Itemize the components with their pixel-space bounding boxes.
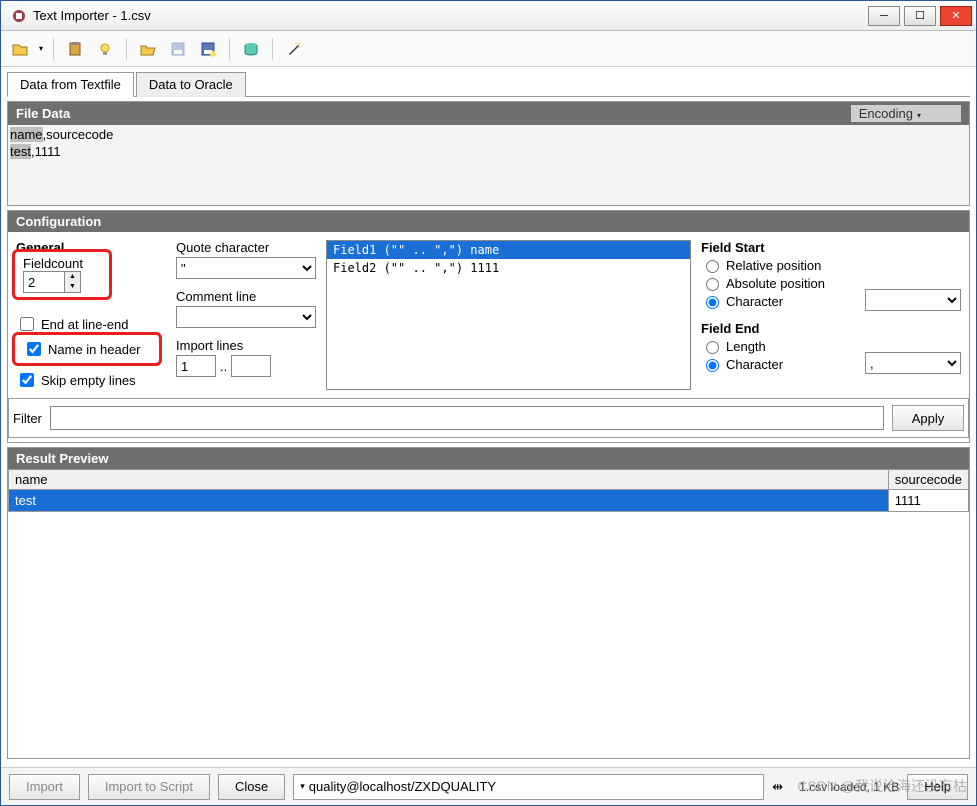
configuration-header: Configuration bbox=[16, 214, 101, 229]
toolbar: ▾ bbox=[1, 31, 976, 67]
fe-character-select[interactable]: , bbox=[865, 352, 961, 374]
table-cell[interactable]: test bbox=[9, 490, 889, 512]
fieldcount-label: Fieldcount bbox=[23, 256, 101, 271]
import-to-script-button[interactable]: Import to Script bbox=[88, 774, 210, 800]
fields-listbox[interactable]: Field1 ("" .. ",") name Field2 ("" .. ",… bbox=[326, 240, 691, 390]
list-item[interactable]: Field2 ("" .. ",") 1111 bbox=[327, 259, 690, 277]
save-as-icon[interactable] bbox=[197, 38, 219, 60]
result-preview-section: Result Preview name sourcecode test 1111 bbox=[7, 447, 970, 759]
import-button[interactable]: Import bbox=[9, 774, 80, 800]
app-icon bbox=[11, 8, 27, 24]
fe-character-radio[interactable] bbox=[706, 359, 719, 372]
import-lines-to[interactable] bbox=[231, 355, 271, 377]
plug-icon: ⇹ bbox=[772, 779, 783, 795]
tab-data-to-oracle[interactable]: Data to Oracle bbox=[136, 72, 246, 97]
table-row: test 1111 bbox=[9, 490, 969, 512]
fe-length-radio[interactable] bbox=[706, 341, 719, 354]
name-in-header-highlight: Name in header bbox=[12, 332, 162, 366]
column-header[interactable]: sourcecode bbox=[888, 470, 968, 490]
fs-relative-radio[interactable] bbox=[706, 260, 719, 273]
close-button[interactable]: Close bbox=[218, 774, 285, 800]
comment-line-select[interactable] bbox=[176, 306, 316, 328]
tabs: Data from Textfile Data to Oracle bbox=[7, 71, 970, 97]
watermark: CSDN @我说沧海还没有枯 bbox=[797, 776, 967, 796]
folder-open-icon[interactable] bbox=[137, 38, 159, 60]
filter-input[interactable] bbox=[50, 406, 884, 430]
import-lines-label: Import lines bbox=[176, 338, 316, 353]
tab-data-from-textfile[interactable]: Data from Textfile bbox=[7, 72, 134, 97]
column-header[interactable]: name bbox=[9, 470, 889, 490]
database-icon[interactable] bbox=[240, 38, 262, 60]
text-importer-window: Text Importer - 1.csv ─ ☐ ✕ ▾ Data from … bbox=[0, 0, 977, 806]
result-preview-header: Result Preview bbox=[16, 451, 109, 466]
file-data-section: File Data Encoding▾ name,sourcecode test… bbox=[7, 101, 970, 206]
connection-combo[interactable]: ▾ quality@localhost/ZXDQUALITY bbox=[293, 774, 764, 800]
maximize-button[interactable]: ☐ bbox=[904, 6, 936, 26]
skip-empty-lines-checkbox[interactable] bbox=[20, 373, 34, 387]
comment-line-label: Comment line bbox=[176, 289, 316, 304]
fieldcount-spinner[interactable]: ▲▼ bbox=[23, 271, 81, 293]
result-grid[interactable]: name sourcecode test 1111 bbox=[8, 469, 969, 758]
save-icon[interactable] bbox=[167, 38, 189, 60]
fs-character-select[interactable] bbox=[865, 289, 961, 311]
quote-character-select[interactable]: " bbox=[176, 257, 316, 279]
configuration-section: Configuration General Fieldcount ▲▼ End … bbox=[7, 210, 970, 443]
field-end-label: Field End bbox=[701, 321, 845, 336]
fs-character-radio[interactable] bbox=[706, 296, 719, 309]
titlebar[interactable]: Text Importer - 1.csv ─ ☐ ✕ bbox=[1, 1, 976, 31]
end-at-line-end-checkbox[interactable] bbox=[20, 317, 34, 331]
list-item[interactable]: Field1 ("" .. ",") name bbox=[327, 241, 690, 259]
name-in-header-checkbox[interactable] bbox=[27, 342, 41, 356]
import-lines-from[interactable] bbox=[176, 355, 216, 377]
filter-row: Filter Apply bbox=[8, 398, 969, 438]
dropdown-arrow-icon[interactable]: ▾ bbox=[39, 44, 43, 53]
table-cell[interactable]: 1111 bbox=[888, 490, 968, 512]
window-title: Text Importer - 1.csv bbox=[33, 8, 868, 23]
filter-label: Filter bbox=[13, 411, 42, 426]
spinner-up-icon[interactable]: ▲ bbox=[65, 272, 80, 282]
file-data-preview[interactable]: name,sourcecode test,1111 bbox=[8, 125, 969, 205]
close-window-button[interactable]: ✕ bbox=[940, 6, 972, 26]
apply-button[interactable]: Apply bbox=[892, 405, 964, 431]
fieldcount-highlight: Fieldcount ▲▼ bbox=[12, 249, 112, 300]
spinner-down-icon[interactable]: ▼ bbox=[65, 282, 80, 292]
lightbulb-icon[interactable] bbox=[94, 38, 116, 60]
minimize-button[interactable]: ─ bbox=[868, 6, 900, 26]
quote-character-label: Quote character bbox=[176, 240, 316, 255]
paste-icon[interactable] bbox=[64, 38, 86, 60]
encoding-dropdown[interactable]: Encoding▾ bbox=[851, 105, 961, 122]
field-start-label: Field Start bbox=[701, 240, 845, 255]
file-data-header: File Data bbox=[16, 106, 70, 121]
fs-absolute-radio[interactable] bbox=[706, 278, 719, 291]
fieldcount-input[interactable] bbox=[24, 272, 64, 292]
wizard-icon[interactable] bbox=[283, 38, 305, 60]
open-icon[interactable] bbox=[9, 38, 31, 60]
